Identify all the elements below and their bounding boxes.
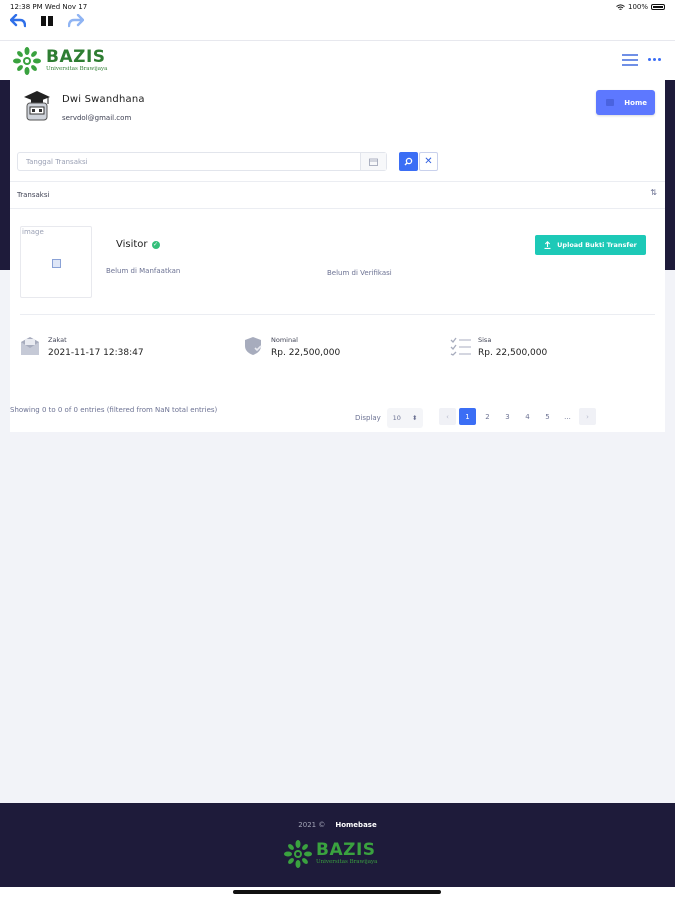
next-page-button[interactable]: › <box>579 408 596 425</box>
table-header: Transaksi ⇅ <box>10 181 665 209</box>
home-icon <box>606 99 614 106</box>
logo-subtitle: Universitas Brawijaya <box>46 66 108 72</box>
footer-copyright: 2021 © Homebase <box>0 821 675 829</box>
page-size-value: 10 <box>392 414 401 422</box>
image-alt-text: image <box>22 228 44 236</box>
home-indicator[interactable] <box>233 890 441 894</box>
pagination: ‹ 1 2 3 4 5 ... › <box>439 408 596 425</box>
stat-value: 2021-11-17 12:38:47 <box>48 348 144 358</box>
more-options-icon[interactable] <box>648 58 661 61</box>
bazis-emblem-icon <box>13 47 41 75</box>
shield-icon <box>243 336 263 360</box>
user-name: Dwi Swandhana <box>62 94 145 105</box>
page-size-label: Display <box>355 414 381 422</box>
page-size-select[interactable]: 10 ⬍ <box>387 408 423 428</box>
transaction-image: image <box>20 226 92 298</box>
usage-status: Belum di Manfaatkan <box>106 267 181 275</box>
date-filter-input[interactable]: Tanggal Transaksi <box>17 152 387 171</box>
sort-icon[interactable]: ⇅ <box>650 188 657 197</box>
battery-icon <box>651 4 665 10</box>
stat-value: Rp. 22,500,000 <box>271 348 341 358</box>
stat-label: Zakat <box>48 336 67 344</box>
verification-status: Belum di Verifikasi <box>327 269 392 277</box>
column-header-transaksi[interactable]: Transaksi <box>17 191 49 199</box>
page-button[interactable]: 2 <box>479 408 496 425</box>
footer-brand-link[interactable]: Homebase <box>335 821 376 829</box>
footer-logo-title: BAZIS <box>316 840 376 860</box>
page-button[interactable]: 5 <box>539 408 556 425</box>
calendar-icon[interactable] <box>360 153 386 170</box>
wifi-icon <box>616 3 625 10</box>
footer: 2021 © Homebase BAZIS Universitas Brawija… <box>0 803 675 887</box>
avatar <box>23 90 51 122</box>
browser-nav <box>10 14 84 28</box>
upload-icon <box>544 241 551 249</box>
stat-value: Rp. 22,500,000 <box>478 348 548 358</box>
status-right: 100% <box>616 3 665 11</box>
battery-percent: 100% <box>627 3 648 11</box>
upload-transfer-label: Upload Bukti Transfer <box>557 241 637 249</box>
checklist-icon <box>450 336 472 360</box>
stat-label: Sisa <box>478 336 492 344</box>
divider <box>20 314 655 315</box>
bazis-emblem-icon <box>284 840 312 868</box>
transaction-card: Dwi Swandhana servdol@gmail.com Home Tan… <box>10 80 665 432</box>
envelope-icon <box>20 336 40 360</box>
bazis-logo[interactable]: BAZIS Universitas Brawijaya <box>12 46 107 76</box>
menu-icon[interactable] <box>622 54 638 66</box>
footer-year: 2021 © <box>298 821 326 829</box>
page-ellipsis: ... <box>564 412 571 421</box>
select-arrows-icon: ⬍ <box>411 414 418 422</box>
broken-image-icon <box>52 259 61 268</box>
upload-transfer-button[interactable]: Upload Bukti Transfer <box>535 235 646 255</box>
book-icon[interactable] <box>40 15 54 27</box>
page-button[interactable]: 4 <box>519 408 536 425</box>
donor-type-label: Visitor <box>116 239 148 250</box>
app-header: BAZIS Universitas Brawijaya <box>0 40 675 80</box>
home-button-label: Home <box>624 98 647 107</box>
pagination-info: Showing 0 to 0 of 0 entries (filtered fr… <box>10 406 218 414</box>
user-email: servdol@gmail.com <box>62 114 132 122</box>
donor-type: Visitor ✓ <box>116 239 160 250</box>
footer-logo: BAZIS Universitas Brawijaya <box>283 839 377 869</box>
footer-logo-subtitle: Universitas Brawijaya <box>316 859 378 865</box>
date-filter-placeholder: Tanggal Transaksi <box>26 158 88 166</box>
back-icon[interactable] <box>10 14 26 28</box>
logo-title: BAZIS <box>46 47 106 67</box>
verified-check-icon: ✓ <box>151 240 160 249</box>
status-time: 12:38 PM Wed Nov 17 <box>10 3 88 11</box>
stat-label: Nominal <box>271 336 298 344</box>
search-button[interactable] <box>399 152 418 171</box>
search-icon <box>404 157 413 166</box>
page-button[interactable]: 3 <box>499 408 516 425</box>
forward-icon[interactable] <box>68 14 84 28</box>
page-button[interactable]: 1 <box>459 408 476 425</box>
status-bar: 12:38 PM Wed Nov 17 100% <box>0 0 675 40</box>
clear-button[interactable]: ✕ <box>419 152 438 171</box>
prev-page-button[interactable]: ‹ <box>439 408 456 425</box>
close-icon: ✕ <box>424 156 433 167</box>
home-button[interactable]: Home <box>596 90 655 115</box>
